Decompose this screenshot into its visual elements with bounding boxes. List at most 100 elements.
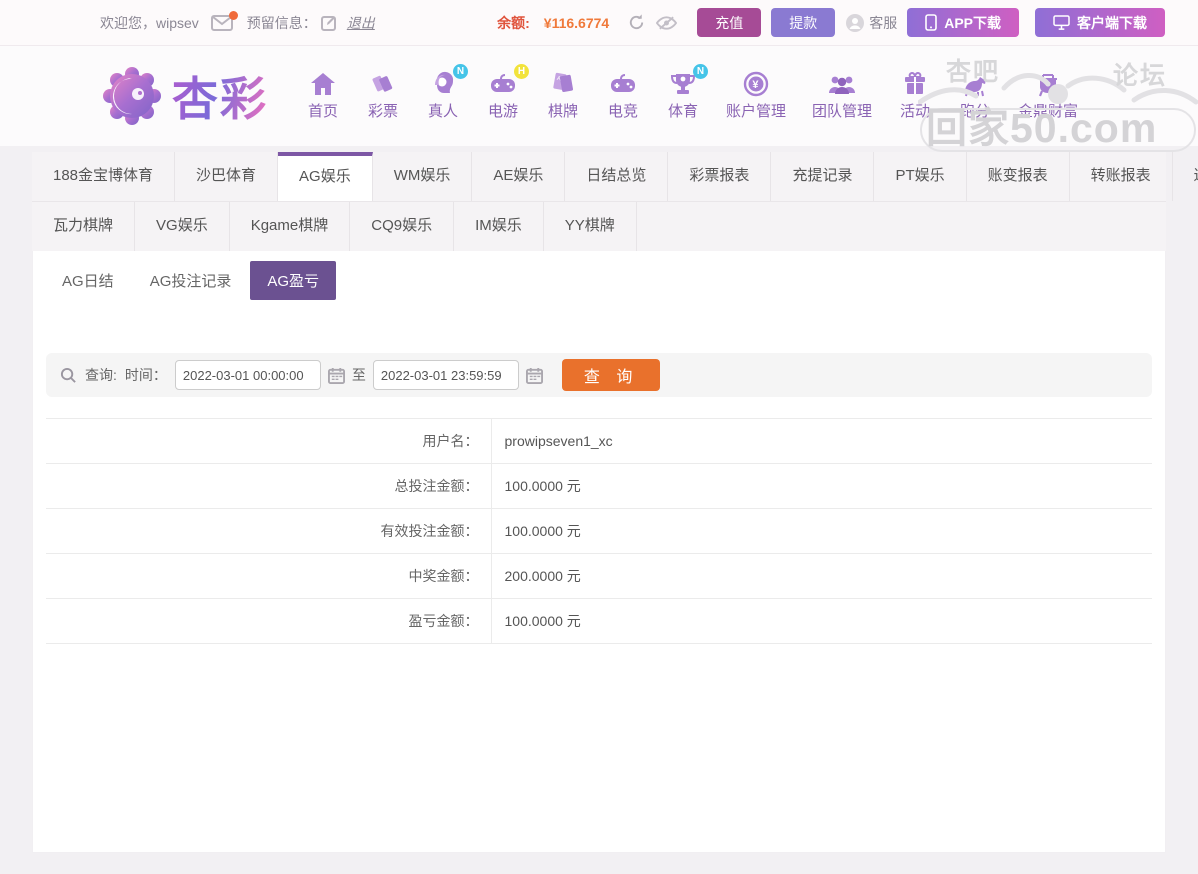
tab-zhuanzhang[interactable]: 转账报表 [1070,152,1173,201]
nav-item-boardgames[interactable]: A 棋牌 [546,71,580,121]
ding-icon [1034,71,1062,97]
ticket-icon [369,71,397,97]
row-value: 100.0000 元 [491,599,1152,644]
edit-icon[interactable] [321,15,337,31]
esports-gamepad-icon [608,71,638,97]
row-label: 中奖金额： [46,554,491,599]
home-icon [309,71,337,97]
mail-icon[interactable] [211,15,233,31]
nav-item-paofen[interactable]: 跑分 [958,71,992,121]
badge-h: H [514,64,529,79]
start-time-input[interactable] [175,360,321,390]
badge-n: N [693,64,708,79]
tab-ae[interactable]: AE娱乐 [472,152,565,201]
subtab-ag-yingkui[interactable]: AG盈亏 [250,261,336,300]
nav-item-live[interactable]: N 真人 [426,71,460,121]
site-logo[interactable]: 杏彩 [100,63,268,129]
phone-icon [925,14,937,31]
table-row-username: 用户名： prowipseven1_xc [46,419,1152,464]
site-header: 杏彩 首页 彩票 N 真人 H 电游 [0,46,1198,146]
row-value: 200.0000 元 [491,554,1152,599]
tab-vg[interactable]: VG娱乐 [135,202,230,251]
nav-item-home[interactable]: 首页 [306,71,340,121]
table-row-profit-loss: 盈亏金额： 100.0000 元 [46,599,1152,644]
report-tabbar: 188金宝博体育 沙巴体育 AG娱乐 WM娱乐 AE娱乐 日结总览 彩票报表 充… [32,152,1166,251]
subtab-ag-touzhu[interactable]: AG投注记录 [133,261,249,300]
tab-yy[interactable]: YY棋牌 [544,202,637,251]
badge-n: N [453,64,468,79]
service-label: 客服 [869,13,897,33]
end-time-input[interactable] [373,360,519,390]
logo-text: 杏彩 [172,63,268,129]
table-row-total-bet: 总投注金额： 100.0000 元 [46,464,1152,509]
tab-caipiao[interactable]: 彩票报表 [668,152,771,201]
tab-cq9[interactable]: CQ9娱乐 [350,202,454,251]
to-label: 至 [352,365,366,385]
nav-item-lottery[interactable]: 彩票 [366,71,400,121]
tab-row-1: 188金宝博体育 沙巴体育 AG娱乐 WM娱乐 AE娱乐 日结总览 彩票报表 充… [32,152,1166,202]
tab-chongti[interactable]: 充提记录 [771,152,874,201]
welcome-text: 欢迎您，wipsev [100,13,199,33]
tab-im[interactable]: IM娱乐 [454,202,544,251]
tab-ag-active[interactable]: AG娱乐 [278,152,373,201]
nav-item-sports[interactable]: N 体育 [666,71,700,121]
notification-dot [229,11,238,20]
eye-hide-icon[interactable] [656,15,677,31]
tab-row-2: 瓦力棋牌 VG娱乐 Kgame棋牌 CQ9娱乐 IM娱乐 YY棋牌 [32,202,1166,251]
nav-item-activity[interactable]: 活动 [898,71,932,121]
gift-icon [902,71,928,97]
nav-item-egames[interactable]: H 电游 [486,71,520,121]
row-value: prowipseven1_xc [491,419,1152,464]
tab-rijie[interactable]: 日结总览 [565,152,668,201]
nav-item-account[interactable]: ¥ 账户管理 [726,71,786,121]
reserved-info-label: 预留信息： [247,13,317,33]
tab-fandian[interactable]: 返点总额 [1173,152,1198,201]
tab-zhangbian[interactable]: 账变报表 [967,152,1070,201]
tab-shaba[interactable]: 沙巴体育 [175,152,278,201]
table-row-win-amount: 中奖金额： 200.0000 元 [46,554,1152,599]
table-row-valid-bet: 有效投注金额： 100.0000 元 [46,509,1152,554]
cards-icon: A [550,71,576,97]
live-person-icon: N [429,71,457,97]
svg-text:¥: ¥ [752,79,759,91]
horse-icon [960,71,990,97]
nav-item-team[interactable]: 团队管理 [812,71,872,121]
nav-item-esports[interactable]: 电竞 [606,71,640,121]
query-button[interactable]: 查 询 [562,359,660,391]
tab-pt[interactable]: PT娱乐 [874,152,966,201]
tab-kgame[interactable]: Kgame棋牌 [230,202,351,251]
top-bar: 欢迎您，wipsev 预留信息： 退出 余额: ¥116.6774 充值 提款 … [0,0,1198,46]
refresh-icon[interactable] [627,13,646,32]
calendar-icon-end[interactable] [526,367,543,384]
row-label: 用户名： [46,419,491,464]
tab-wali[interactable]: 瓦力棋牌 [32,202,135,251]
row-label: 总投注金额： [46,464,491,509]
tab-188jinbaobo[interactable]: 188金宝博体育 [32,152,175,201]
time-label: 时间： [125,365,167,385]
watermark-word2: 论坛 [1113,56,1167,92]
subtab-ag-rijie[interactable]: AG日结 [45,261,131,300]
withdraw-button[interactable]: 提款 [771,8,835,37]
deposit-button[interactable]: 充值 [697,8,761,37]
query-bar: 查询: 时间： 至 查 询 [46,353,1152,397]
tab-wm[interactable]: WM娱乐 [373,152,473,201]
query-label: 查询: [85,365,117,385]
monitor-icon [1053,15,1070,30]
customer-service-button[interactable]: 客服 [845,13,897,33]
row-label: 盈亏金额： [46,599,491,644]
yuan-coin-icon: ¥ [743,71,769,97]
ag-subtabs: AG日结 AG投注记录 AG盈亏 [33,251,1165,300]
balance-amount: ¥116.6774 [544,15,609,31]
search-icon [60,367,77,384]
row-value: 100.0000 元 [491,509,1152,554]
trophy-icon: N [669,71,697,97]
balance-label: 余额: [497,13,530,33]
nav-item-jinding[interactable]: 金鼎财富 [1018,71,1078,121]
calendar-icon-start[interactable] [328,367,345,384]
service-person-icon [845,13,865,33]
client-download-button[interactable]: 客户端下载 [1035,8,1165,37]
content-panel: AG日结 AG投注记录 AG盈亏 查询: 时间： 至 查 询 用户名： prow… [32,251,1166,853]
profit-loss-table: 用户名： prowipseven1_xc 总投注金额： 100.0000 元 有… [46,418,1152,644]
app-download-button[interactable]: APP下载 [907,8,1019,37]
logout-link[interactable]: 退出 [347,13,375,33]
